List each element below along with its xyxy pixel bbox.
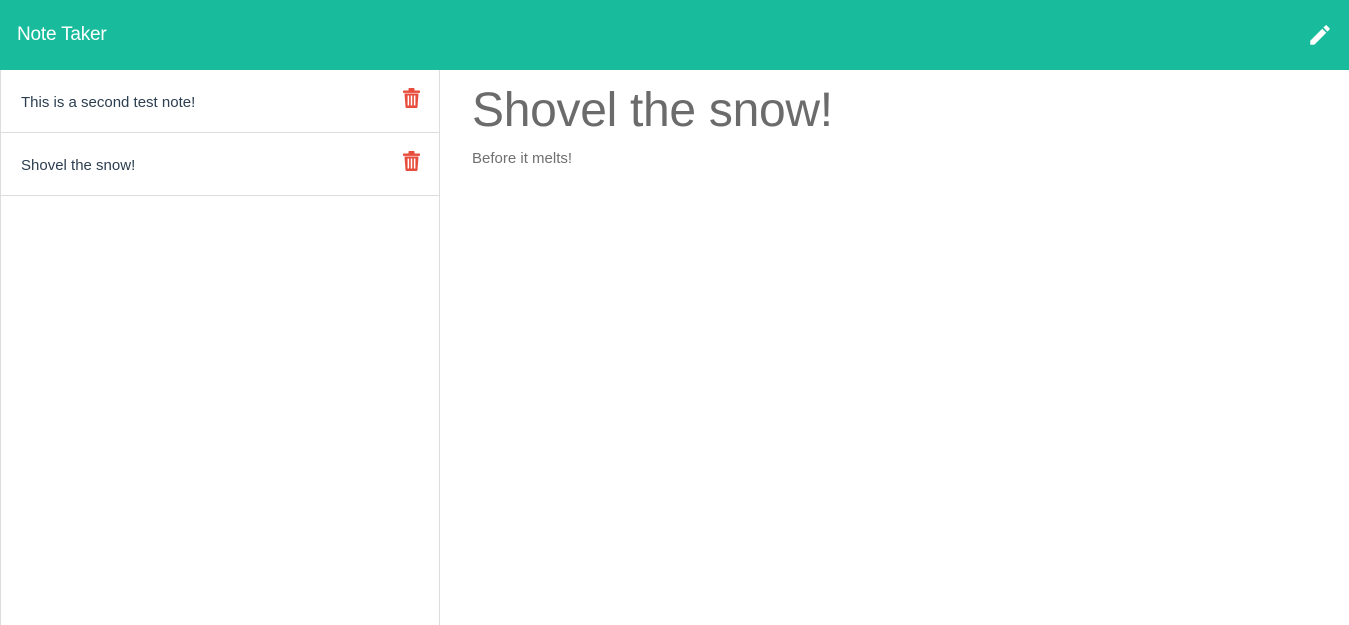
delete-note-button[interactable] [402, 87, 420, 109]
pencil-icon [1310, 25, 1330, 45]
note-title-input[interactable] [472, 82, 1312, 138]
list-item[interactable]: This is a second test note! [1, 70, 439, 133]
trash-icon [402, 151, 420, 171]
note-text-area[interactable]: Before it melts! [472, 150, 1312, 570]
notes-sidebar: This is a second test note! Shovel the s… [0, 70, 440, 625]
delete-note-button[interactable] [402, 150, 420, 172]
navbar: Note Taker [0, 0, 1349, 70]
brand-link[interactable]: Note Taker [17, 24, 107, 46]
new-note-button[interactable] [1305, 20, 1335, 50]
note-editor: Before it melts! [440, 70, 1349, 625]
trash-icon [402, 88, 420, 108]
list-item[interactable]: Shovel the snow! [1, 133, 439, 196]
note-item-title[interactable]: This is a second test note! [21, 92, 195, 111]
note-item-title[interactable]: Shovel the snow! [21, 155, 135, 174]
note-list: This is a second test note! Shovel the s… [1, 70, 439, 196]
